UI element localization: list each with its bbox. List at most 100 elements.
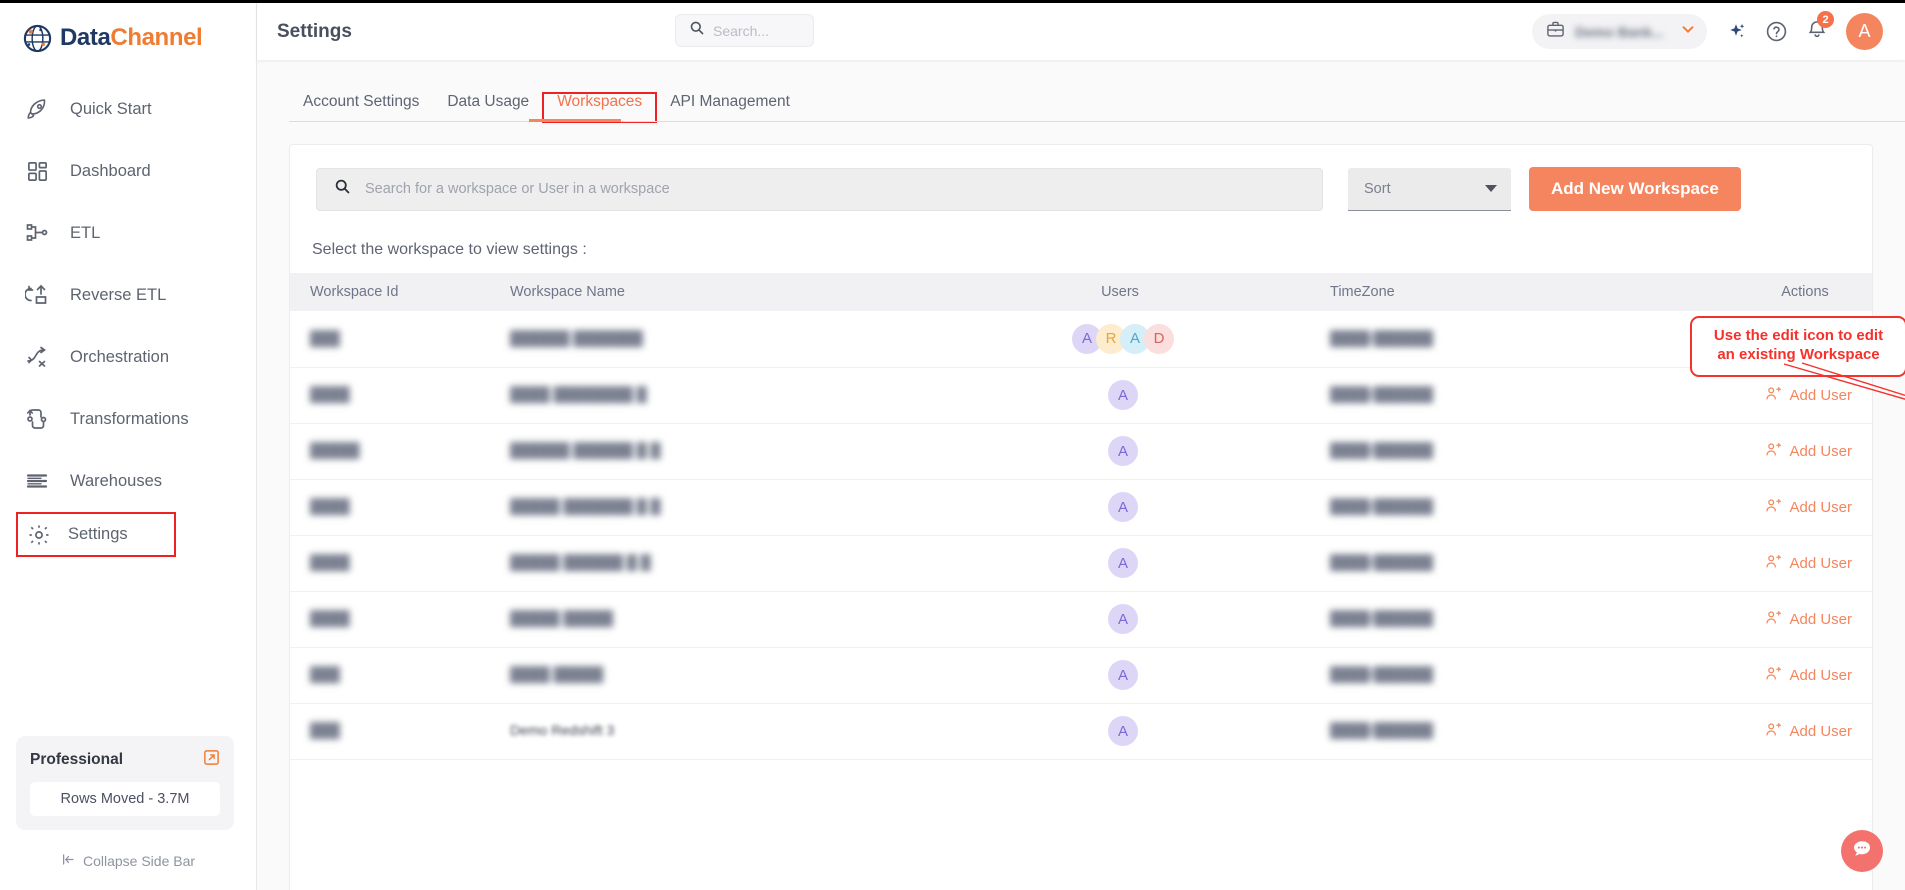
sidebar-item-reverse-etl[interactable]: Reverse ETL (0, 264, 256, 326)
grid-squares-icon (24, 158, 50, 184)
tab-api-management[interactable]: API Management (656, 93, 804, 122)
add-user-button[interactable]: Add User (1765, 721, 1852, 742)
user-avatar[interactable]: A (1108, 492, 1138, 522)
notifications-button[interactable]: 2 (1806, 11, 1834, 45)
table-body: ███ ██████ ███████ A R A D ████/██████ Add User… (290, 311, 1872, 760)
tab-workspaces[interactable]: Workspaces (542, 92, 658, 123)
collapse-sidebar-button[interactable]: Collapse Side Bar (0, 840, 256, 882)
notification-badge: 2 (1817, 11, 1834, 28)
sidebar-item-transformations[interactable]: Transformations (0, 388, 256, 450)
plan-name: Professional (30, 751, 124, 768)
add-user-button[interactable]: Add User (1765, 328, 1852, 349)
sidebar-item-orchestration[interactable]: Orchestration (0, 326, 256, 388)
orchestration-flow-icon (24, 344, 50, 370)
row-actions: Add UserEdit (1640, 441, 1872, 462)
user-plus-icon (1765, 328, 1782, 349)
table-row[interactable]: ███ ████ █████ A ████/██████ Add UserEdit (290, 647, 1872, 704)
cell-timezone: ████/██████ (1310, 423, 1640, 480)
tab-data-usage[interactable]: Data Usage (433, 93, 543, 122)
cell-workspace-name: ██████ ██████ █ █ (490, 423, 930, 480)
table-row[interactable]: █████ ██████ ██████ █ █ A ████/██████ Add Us… (290, 423, 1872, 480)
user-plus-icon (1765, 553, 1782, 574)
brand-part-2: Channel (110, 24, 203, 51)
table-header-row: Workspace Id Workspace Name Users TimeZo… (290, 273, 1872, 311)
user-avatar[interactable]: A (1108, 548, 1138, 578)
org-selector[interactable]: Demo Bank... (1532, 14, 1707, 49)
add-user-button[interactable]: Add User (1765, 441, 1852, 462)
brand-part-1: Data (60, 24, 111, 51)
sidebar-item-dashboard[interactable]: Dashboard (0, 140, 256, 202)
table-row[interactable]: ███ ██████ ███████ A R A D ████/██████ Add User… (290, 311, 1872, 368)
add-user-label: Add User (1789, 554, 1852, 572)
column-header-actions: Actions (1640, 273, 1872, 311)
user-avatar[interactable]: A (1108, 380, 1138, 410)
add-new-workspace-button[interactable]: Add New Workspace (1529, 167, 1741, 211)
cell-workspace-name: ████ █████ (490, 647, 930, 704)
row-actions: Add UserEdit (1640, 385, 1872, 406)
cell-timezone: ████/██████ (1310, 535, 1640, 592)
user-plus-icon (1765, 609, 1782, 630)
main-area: Settings Search... Demo Bank... 2 A Acco… (257, 3, 1905, 890)
cell-actions: Add UserEdit (1640, 479, 1872, 536)
add-user-button[interactable]: Add User (1765, 665, 1852, 686)
sidebar-item-label: Settings (68, 525, 128, 543)
add-user-button[interactable]: Add User (1765, 609, 1852, 630)
add-user-button[interactable]: Add User (1765, 553, 1852, 574)
user-avatar-group: A (930, 660, 1310, 690)
sidebar-item-label: Transformations (70, 409, 189, 428)
tab-account-settings[interactable]: Account Settings (289, 93, 433, 122)
user-avatar[interactable]: A (1108, 716, 1138, 746)
add-user-button[interactable]: Add User (1765, 497, 1852, 518)
brand-logo[interactable]: DataChannel (0, 3, 256, 65)
chat-support-button[interactable] (1841, 830, 1883, 872)
user-plus-icon (1765, 721, 1782, 742)
chevron-down-icon (1679, 20, 1697, 43)
column-header-timezone[interactable]: TimeZone (1310, 273, 1640, 311)
cell-actions: Add UserEdit (1640, 591, 1872, 648)
table-row[interactable]: ████ █████ █████ A ████/██████ Add UserEdit (290, 591, 1872, 648)
help-circle-icon[interactable] (1765, 20, 1788, 43)
avatar[interactable]: A (1846, 13, 1883, 50)
sidebar-item-settings[interactable]: Settings (16, 512, 176, 557)
column-header-users[interactable]: Users (930, 273, 1310, 311)
org-name: Demo Bank... (1575, 23, 1664, 40)
workspaces-panel: Search for a workspace or User in a work… (289, 144, 1873, 890)
workspace-id-value: ████ (310, 554, 350, 570)
search-icon (334, 178, 351, 200)
workspace-id-value: ███ (310, 666, 340, 682)
cell-users: A (930, 479, 1310, 536)
table-row[interactable]: ████ █████ ███████ █ █ A ████/██████ Add Use… (290, 479, 1872, 536)
sort-select[interactable]: Sort (1348, 167, 1511, 211)
table-row[interactable]: ████ ████ ████████ █ A ████/██████ Add UserE… (290, 367, 1872, 424)
sidebar-item-etl[interactable]: ETL (0, 202, 256, 264)
sidebar-item-warehouses[interactable]: Warehouses (0, 450, 256, 512)
column-header-workspace-id[interactable]: Workspace Id (290, 273, 490, 311)
timezone-value: ████/██████ (1330, 329, 1434, 346)
cell-users: A (930, 423, 1310, 480)
workspace-search-input[interactable]: Search for a workspace or User in a work… (316, 167, 1323, 211)
reverse-etl-icon (24, 282, 50, 308)
cell-workspace-id: █████ (290, 423, 490, 480)
app-window: DataChannel Quick Start Dashboard ETL Re… (0, 0, 1905, 890)
cell-actions: Add UserEdit (1640, 311, 1872, 368)
column-header-workspace-name[interactable]: Workspace Name (490, 273, 930, 311)
timezone-value: ████/██████ (1330, 666, 1434, 682)
external-link-icon[interactable] (203, 749, 220, 771)
user-avatar[interactable]: D (1144, 323, 1174, 354)
workspace-name-value: ████ ████████ █ (510, 386, 647, 402)
user-avatar[interactable]: A (1108, 660, 1138, 690)
user-avatar[interactable]: A (1108, 436, 1138, 466)
top-bar: Settings Search... Demo Bank... 2 A (257, 3, 1905, 60)
cell-workspace-name: ██████ ███████ (490, 311, 930, 368)
sidebar-item-quick-start[interactable]: Quick Start (0, 78, 256, 140)
cell-users: A (930, 367, 1310, 424)
table-row[interactable]: ████ █████ ██████ █ █ A ████/██████ Add User… (290, 535, 1872, 592)
table-row[interactable]: ███ Demo Redshift 3 A ████/██████ Add UserEd… (290, 703, 1872, 760)
row-actions: Add UserEdit (1640, 609, 1872, 630)
sparkle-ai-icon[interactable] (1725, 21, 1747, 43)
cell-timezone: ████/██████ (1310, 367, 1640, 424)
add-user-button[interactable]: Add User (1765, 385, 1852, 406)
cell-timezone: ████/██████ (1310, 479, 1640, 536)
global-search[interactable]: Search... (675, 14, 814, 47)
user-avatar[interactable]: A (1108, 604, 1138, 634)
